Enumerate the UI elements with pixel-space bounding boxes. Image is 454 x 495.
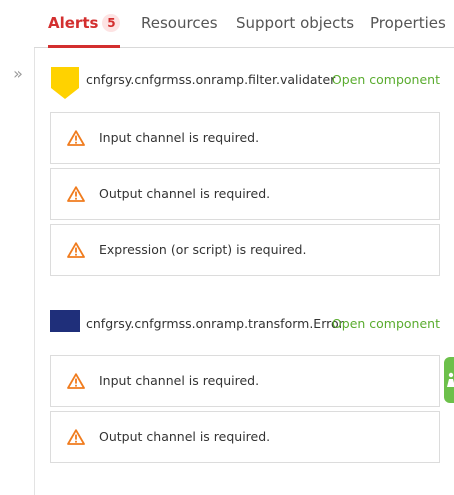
component-header: cnfgrsy.cnfgrmss.onramp.transform.Error … xyxy=(50,310,444,340)
left-panel-collapsed: » xyxy=(0,0,35,495)
alert-message: Expression (or script) is required. xyxy=(99,242,307,257)
double-chevron-right-icon[interactable]: » xyxy=(8,64,28,84)
tab-properties[interactable]: Properties xyxy=(370,0,446,47)
alert-card: Input channel is required. xyxy=(50,112,440,164)
tab-alerts-label: Alerts xyxy=(48,14,99,32)
open-component-link[interactable]: Open component xyxy=(332,72,440,87)
component-name: cnfgrsy.cnfgrmss.onramp.filter.validater xyxy=(86,72,336,87)
alert-message: Output channel is required. xyxy=(99,429,271,444)
alert-card: Output channel is required. xyxy=(50,168,440,220)
alert-card: Output channel is required. xyxy=(50,411,440,463)
tab-bar: Alerts 5 Resources Support objects Proper… xyxy=(34,0,454,48)
warning-icon xyxy=(67,130,85,146)
open-component-link[interactable]: Open component xyxy=(332,316,440,331)
tab-alerts[interactable]: Alerts 5 xyxy=(48,0,121,48)
filter-icon xyxy=(50,66,80,104)
component-name: cnfgrsy.cnfgrmss.onramp.transform.Error xyxy=(86,316,344,331)
alert-message: Input channel is required. xyxy=(99,373,260,388)
tab-support-objects[interactable]: Support objects xyxy=(236,0,354,47)
alerts-count-badge: 5 xyxy=(102,14,121,32)
person-icon xyxy=(447,372,454,387)
alert-message: Output channel is required. xyxy=(99,186,271,201)
warning-icon xyxy=(67,242,85,258)
transform-icon xyxy=(50,310,80,336)
warning-icon xyxy=(67,429,85,445)
alert-message: Input channel is required. xyxy=(99,130,260,145)
component-header: cnfgrsy.cnfgrmss.onramp.filter.validater… xyxy=(50,66,444,99)
warning-icon xyxy=(67,186,85,202)
tab-resources[interactable]: Resources xyxy=(141,0,218,47)
alert-card: Expression (or script) is required. xyxy=(50,224,440,276)
warning-icon xyxy=(67,373,85,389)
alert-card: Input channel is required. xyxy=(50,355,440,407)
feedback-button[interactable] xyxy=(444,357,454,403)
